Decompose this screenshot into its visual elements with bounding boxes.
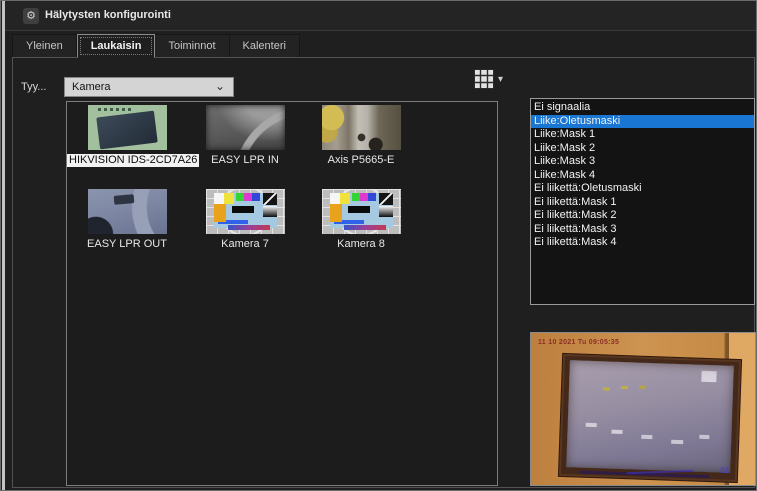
- trigger-item[interactable]: Liike:Oletusmaski: [531, 115, 754, 129]
- trigger-item[interactable]: Ei liikettä:Mask 4: [531, 236, 754, 250]
- tab-laukaisin[interactable]: Laukaisin: [77, 34, 156, 58]
- dropdown-value: Kamera: [72, 81, 111, 93]
- grid-view-button[interactable]: ▾: [474, 67, 520, 91]
- camera-thumbnail-image: [88, 105, 167, 150]
- grid-icon: [474, 69, 494, 89]
- preview-monitor-screen-art: [566, 360, 734, 473]
- camera-name-label: Axis P5665-E: [326, 154, 397, 167]
- trigger-item[interactable]: Ei signaalia: [531, 101, 754, 115]
- camera-name-label: HIKVISION IDS-2CD7A26: [67, 154, 199, 167]
- chevron-down-icon: ⌄: [215, 78, 225, 94]
- trigger-item[interactable]: Ei liikettä:Mask 3: [531, 223, 754, 237]
- trigger-list: Ei signaalia Liike:Oletusmaski Liike:Mas…: [530, 98, 755, 305]
- tab-kalenteri[interactable]: Kalenteri: [230, 34, 300, 58]
- camera-preview-image: 11 10 2021 Tu 09:05:35 01: [530, 332, 756, 486]
- tab-yleinen[interactable]: Yleinen: [12, 34, 77, 58]
- tab-toiminnot[interactable]: Toiminnot: [155, 34, 229, 58]
- camera-type-dropdown[interactable]: Kamera ⌄: [64, 77, 234, 97]
- trigger-item[interactable]: Liike:Mask 2: [531, 142, 754, 156]
- camera-name-label: EASY LPR OUT: [85, 238, 169, 251]
- trigger-item[interactable]: Ei liikettä:Oletusmaski: [531, 182, 754, 196]
- alarm-configuration-window: ⚙ Hälytysten konfigurointi Yleinen Lauka…: [0, 0, 757, 491]
- camera-name-label: EASY LPR IN: [209, 154, 281, 167]
- preview-overlay-text: 01: [720, 466, 729, 475]
- preview-timestamp: 11 10 2021 Tu 09:05:35: [538, 339, 619, 346]
- type-filter-label: Tyy...: [21, 81, 46, 93]
- camera-thumbnail-image: [206, 189, 285, 234]
- window-title: Hälytysten konfigurointi: [45, 9, 171, 21]
- caret-down-icon: ▾: [498, 74, 503, 85]
- trigger-item[interactable]: Ei liikettä:Mask 2: [531, 209, 754, 223]
- window-left-edge: [2, 1, 5, 490]
- title-bar: ⚙ Hälytysten konfigurointi: [5, 1, 756, 31]
- camera-tile-axis[interactable]: Axis P5665-E: [301, 105, 421, 169]
- camera-tile-hikvision[interactable]: HIKVISION IDS-2CD7A26: [67, 105, 187, 169]
- trigger-item[interactable]: Liike:Mask 1: [531, 128, 754, 142]
- trigger-item[interactable]: Liike:Mask 3: [531, 155, 754, 169]
- camera-thumbnail-panel: HIKVISION IDS-2CD7A26 EASY LPR IN Axis P…: [66, 101, 498, 486]
- camera-thumbnail-image: [322, 189, 401, 234]
- camera-thumbnail-image: [206, 105, 285, 150]
- camera-tile-kamera-8[interactable]: Kamera 8: [301, 189, 421, 253]
- camera-tile-kamera-7[interactable]: Kamera 7: [185, 189, 305, 253]
- camera-tile-easy-lpr-in[interactable]: EASY LPR IN: [185, 105, 305, 169]
- camera-thumbnail-image: [322, 105, 401, 150]
- camera-name-label: Kamera 7: [219, 238, 271, 251]
- tab-bar: Yleinen Laukaisin Toiminnot Kalenteri: [12, 34, 300, 58]
- camera-tile-easy-lpr-out[interactable]: EASY LPR OUT: [67, 189, 187, 253]
- gear-icon: ⚙: [23, 8, 39, 24]
- trigger-item[interactable]: Ei liikettä:Mask 1: [531, 196, 754, 210]
- preview-monitor-art: [559, 354, 741, 482]
- camera-name-label: Kamera 8: [335, 238, 387, 251]
- trigger-item[interactable]: Liike:Mask 4: [531, 169, 754, 183]
- camera-thumbnail-image: [88, 189, 167, 234]
